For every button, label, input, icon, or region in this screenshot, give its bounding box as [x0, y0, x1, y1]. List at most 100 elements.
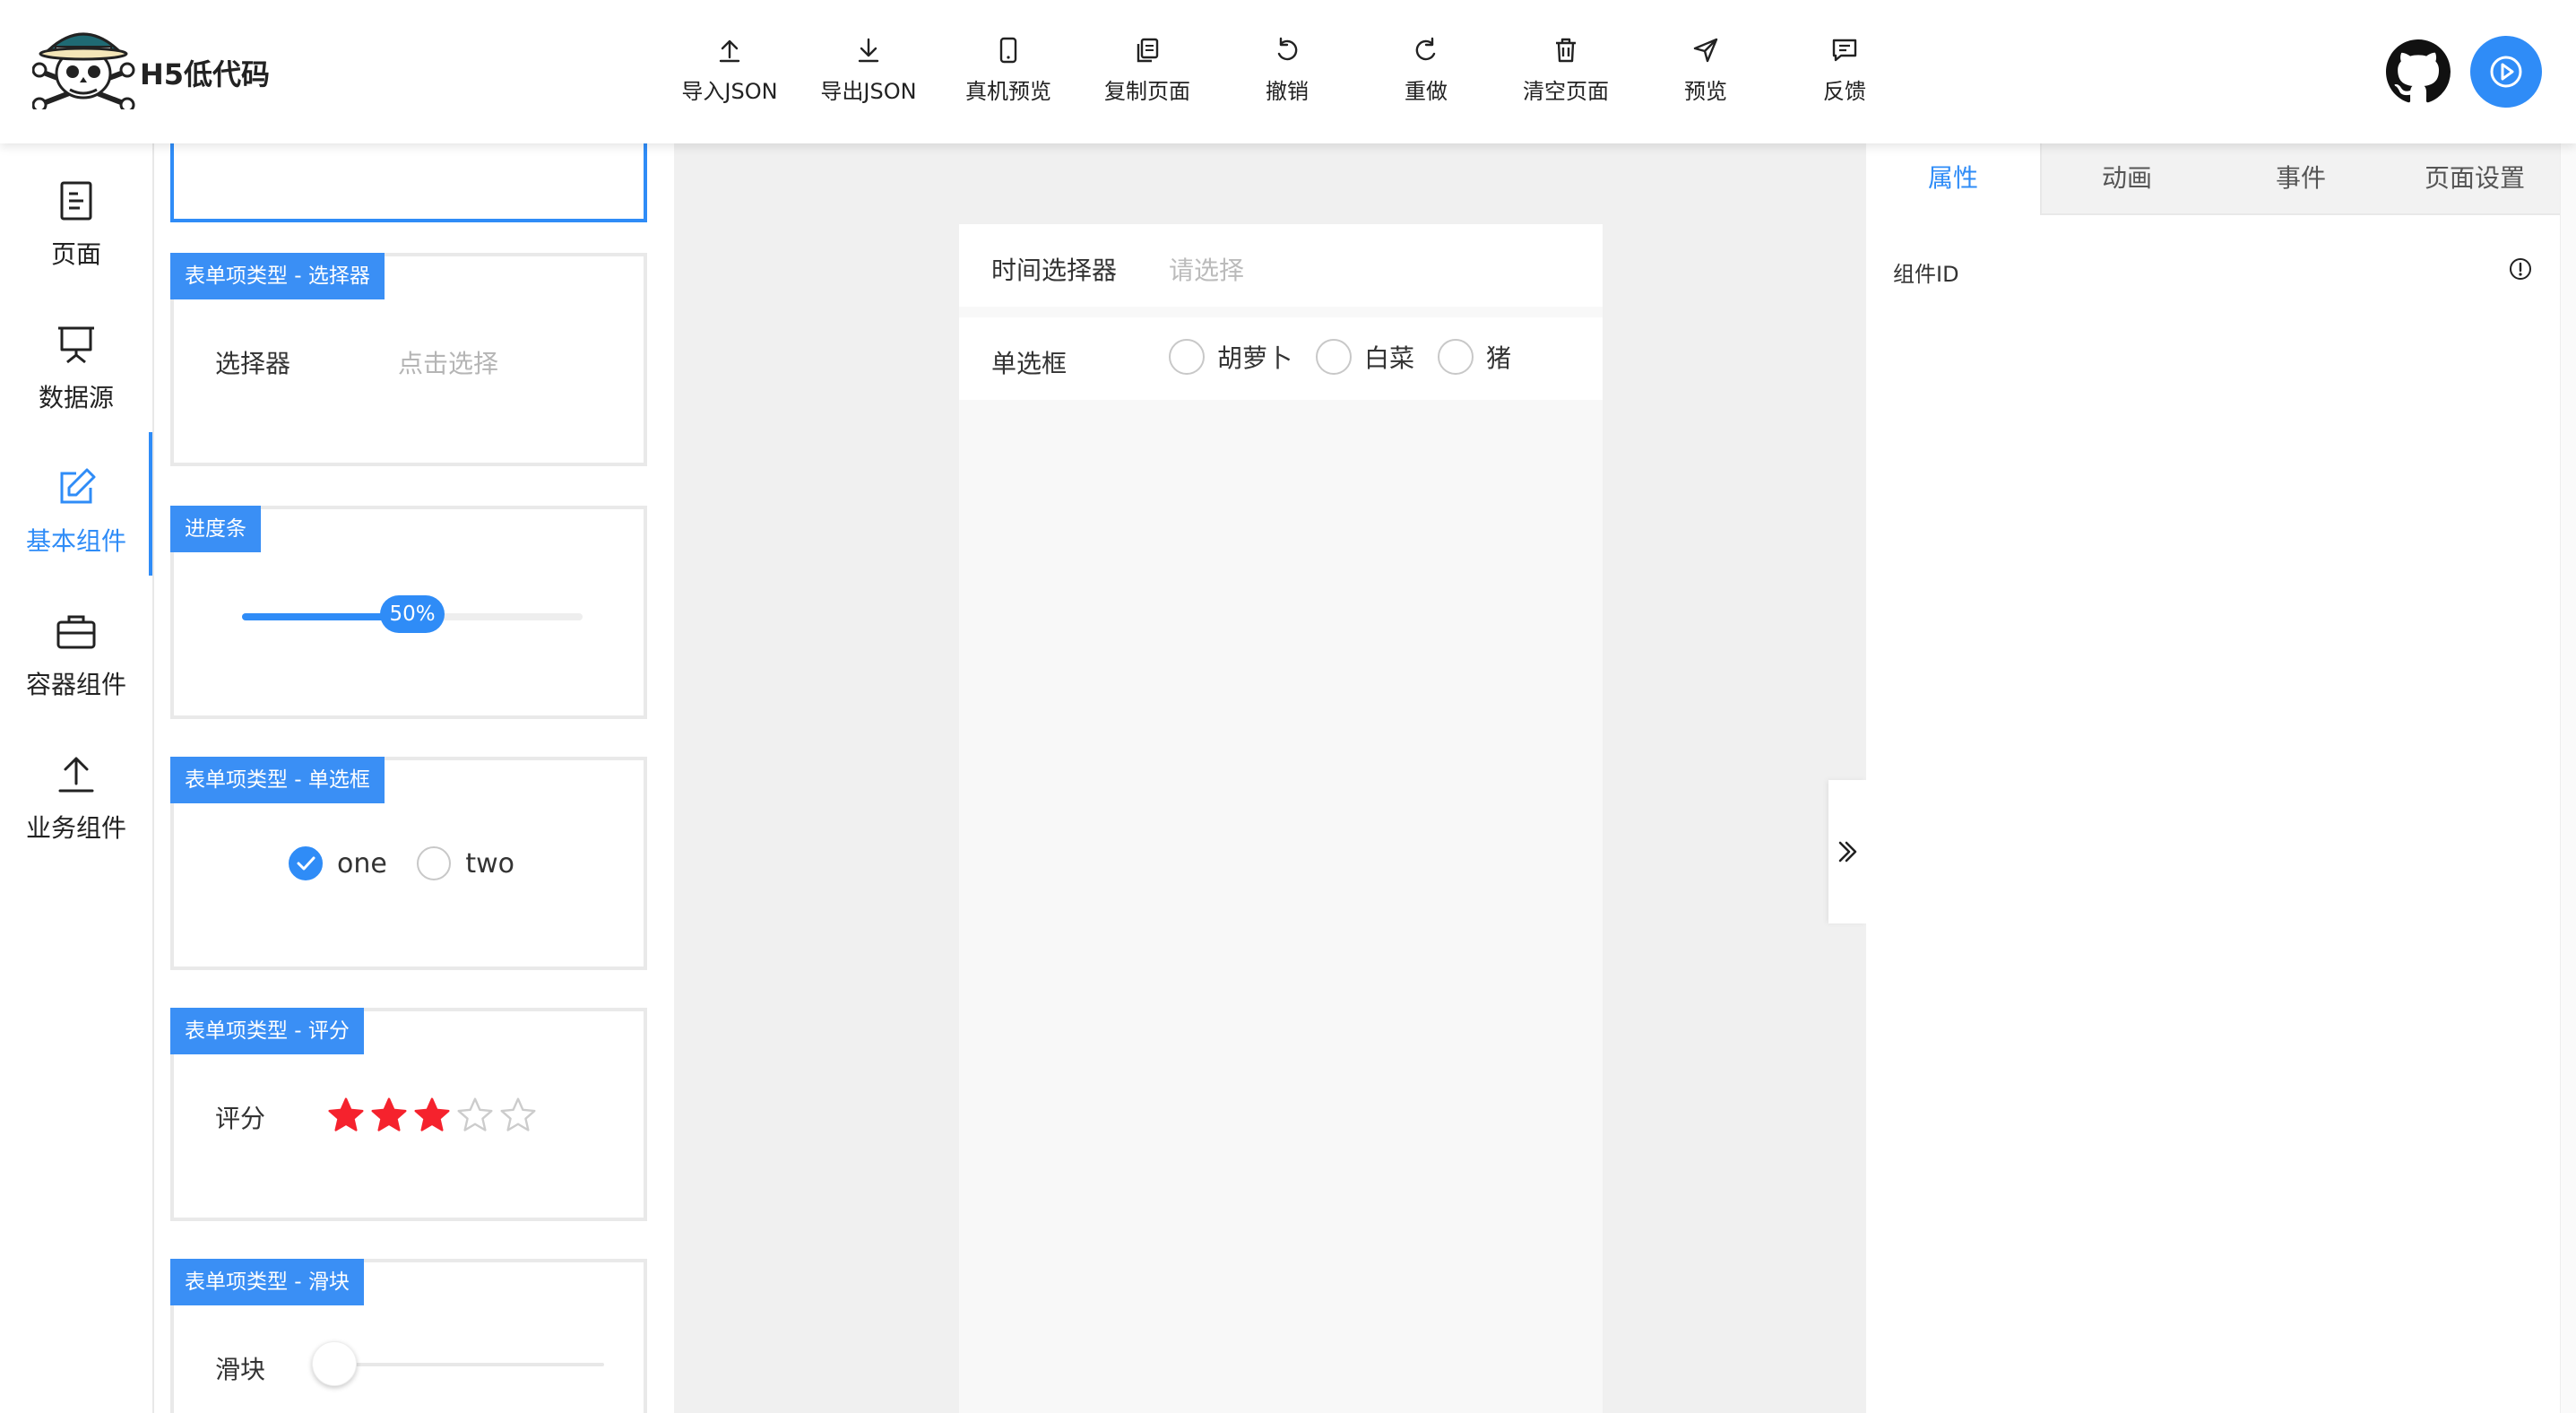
- preview-button[interactable]: 预览: [1643, 36, 1768, 105]
- send-icon: [1691, 36, 1720, 65]
- card-tag-progress: 进度条: [170, 506, 261, 552]
- nav-label-datasource: 数据源: [38, 383, 114, 412]
- presentation-icon: [55, 323, 98, 366]
- play-circle-icon: [2490, 56, 2522, 88]
- nav-item-page[interactable]: 页面: [0, 143, 152, 278]
- left-nav: 页面 数据源 基本组件 容器组件 业务组件: [0, 143, 154, 1413]
- nav-item-container-components[interactable]: 容器组件: [0, 574, 152, 708]
- slider-track[interactable]: [337, 1363, 604, 1366]
- component-card-radio[interactable]: 表单项类型 - 单选框 one two: [170, 757, 647, 970]
- skull-logo-icon[interactable]: [32, 20, 138, 109]
- radio-unchecked-icon: [1438, 339, 1474, 375]
- device-preview-button[interactable]: 真机预览: [946, 36, 1071, 105]
- component-card-selected[interactable]: [170, 143, 647, 222]
- component-card-slider[interactable]: 表单项类型 - 滑块 滑块: [170, 1259, 647, 1413]
- radio-option-label: one: [337, 847, 387, 880]
- component-card-rate[interactable]: 表单项类型 - 评分 评分: [170, 1008, 647, 1221]
- radio-row-options: 胡萝卜 白菜 猪: [1169, 339, 1534, 375]
- nav-label-page: 页面: [50, 239, 101, 269]
- rate-label: 评分: [215, 1104, 266, 1133]
- info-circle-icon[interactable]: [2508, 256, 2533, 282]
- star-filled-icon[interactable]: [369, 1096, 412, 1135]
- redo-label: 重做: [1405, 79, 1448, 104]
- card-tag-radio: 表单项类型 - 单选框: [170, 757, 385, 803]
- star-filled-icon[interactable]: [412, 1096, 455, 1135]
- properties-panel-scrollbar[interactable]: [2560, 143, 2576, 1413]
- rate-stars: [326, 1096, 541, 1135]
- import-json-button[interactable]: 导入JSON: [667, 36, 792, 105]
- slider-label: 滑块: [215, 1355, 266, 1384]
- feedback-button[interactable]: 反馈: [1782, 36, 1907, 105]
- picker-placeholder[interactable]: 点击选择: [398, 344, 498, 380]
- app-title: H5低代码: [140, 57, 271, 91]
- progress-percent-badge: 50%: [380, 595, 445, 633]
- component-card-progress[interactable]: 进度条 50%: [170, 506, 647, 719]
- copy-icon: [1133, 36, 1162, 65]
- export-json-label: 导出JSON: [820, 79, 917, 104]
- tab-events[interactable]: 事件: [2214, 143, 2388, 213]
- device-preview-label: 真机预览: [965, 79, 1051, 104]
- star-empty-icon[interactable]: [498, 1096, 541, 1135]
- radio-option-carrot[interactable]: 胡萝卜: [1169, 339, 1292, 375]
- download-icon: [854, 36, 883, 65]
- canvas-radio-row[interactable]: 单选框 胡萝卜 白菜 猪: [959, 317, 1603, 400]
- trash-icon: [1552, 36, 1580, 65]
- nav-label-business-components: 业务组件: [25, 813, 126, 843]
- nav-item-business-components[interactable]: 业务组件: [0, 717, 152, 852]
- undo-button[interactable]: 撤销: [1224, 36, 1350, 105]
- top-header: H5低代码 导入JSON 导出JSON 真机预览 复制页面 撤销 重做 清空页面…: [0, 0, 2576, 143]
- preview-label: 预览: [1684, 79, 1727, 104]
- radio-option-two[interactable]: two: [417, 846, 514, 880]
- tab-page-settings[interactable]: 页面设置: [2388, 143, 2562, 213]
- radio-unchecked-icon: [1316, 339, 1353, 375]
- run-button[interactable]: [2470, 36, 2542, 108]
- nav-label-container-components: 容器组件: [25, 670, 126, 699]
- radio-checked-icon: [289, 846, 323, 880]
- slider-handle[interactable]: [312, 1341, 357, 1386]
- mobile-icon: [994, 36, 1023, 65]
- progress-bar: 50%: [242, 595, 583, 633]
- canvas-time-picker[interactable]: 时间选择器 请选择: [959, 224, 1603, 307]
- tab-properties[interactable]: 属性: [1866, 143, 2042, 215]
- card-tag-slider: 表单项类型 - 滑块: [170, 1259, 364, 1305]
- upload-icon: [55, 753, 98, 796]
- radio-group: one two: [289, 846, 536, 888]
- nav-active-indicator: [149, 432, 152, 576]
- nav-item-datasource[interactable]: 数据源: [0, 287, 152, 421]
- copy-page-button[interactable]: 复制页面: [1085, 36, 1210, 105]
- radio-row-label: 单选框: [991, 349, 1068, 378]
- feedback-label: 反馈: [1823, 79, 1866, 104]
- phone-canvas[interactable]: 时间选择器 请选择 单选框 胡萝卜 白菜 猪: [959, 224, 1603, 1413]
- feedback-icon: [1830, 36, 1859, 65]
- card-tag-rate: 表单项类型 - 评分: [170, 1008, 364, 1054]
- radio-option-one[interactable]: one: [289, 846, 387, 880]
- undo-label: 撤销: [1266, 79, 1309, 104]
- import-json-label: 导入JSON: [681, 79, 778, 104]
- redo-button[interactable]: 重做: [1363, 36, 1489, 105]
- component-card-picker[interactable]: 表单项类型 - 选择器 选择器 点击选择: [170, 253, 647, 466]
- star-empty-icon[interactable]: [455, 1096, 498, 1135]
- properties-tabs: 属性 动画 事件 页面设置: [1866, 143, 2560, 215]
- component-panel: 表单项类型 - 选择器 选择器 点击选择 进度条 50% 表单项类型 - 单选框…: [154, 143, 674, 1413]
- properties-panel: 属性 动画 事件 页面设置 组件ID: [1866, 143, 2560, 1413]
- undo-icon: [1273, 36, 1301, 65]
- page-icon: [55, 179, 98, 222]
- nav-item-basic-components[interactable]: 基本组件: [0, 430, 152, 565]
- radio-option-cabbage[interactable]: 白菜: [1316, 339, 1414, 375]
- time-picker-placeholder[interactable]: 请选择: [1169, 251, 1244, 287]
- double-chevron-right-icon: [1838, 841, 1857, 863]
- upload-icon: [715, 36, 744, 65]
- clear-page-button[interactable]: 清空页面: [1503, 36, 1629, 105]
- radio-unchecked-icon: [417, 846, 452, 880]
- export-json-button[interactable]: 导出JSON: [806, 36, 931, 105]
- picker-label: 选择器: [215, 349, 291, 378]
- tab-animation[interactable]: 动画: [2040, 143, 2214, 213]
- clear-page-label: 清空页面: [1523, 79, 1609, 104]
- component-id-label: 组件ID: [1893, 262, 1959, 287]
- edit-icon: [55, 466, 98, 509]
- github-icon[interactable]: [2386, 39, 2451, 104]
- collapse-right-panel-button[interactable]: [1828, 780, 1866, 923]
- radio-option-pig[interactable]: 猪: [1438, 339, 1511, 375]
- redo-icon: [1412, 36, 1440, 65]
- star-filled-icon[interactable]: [326, 1096, 369, 1135]
